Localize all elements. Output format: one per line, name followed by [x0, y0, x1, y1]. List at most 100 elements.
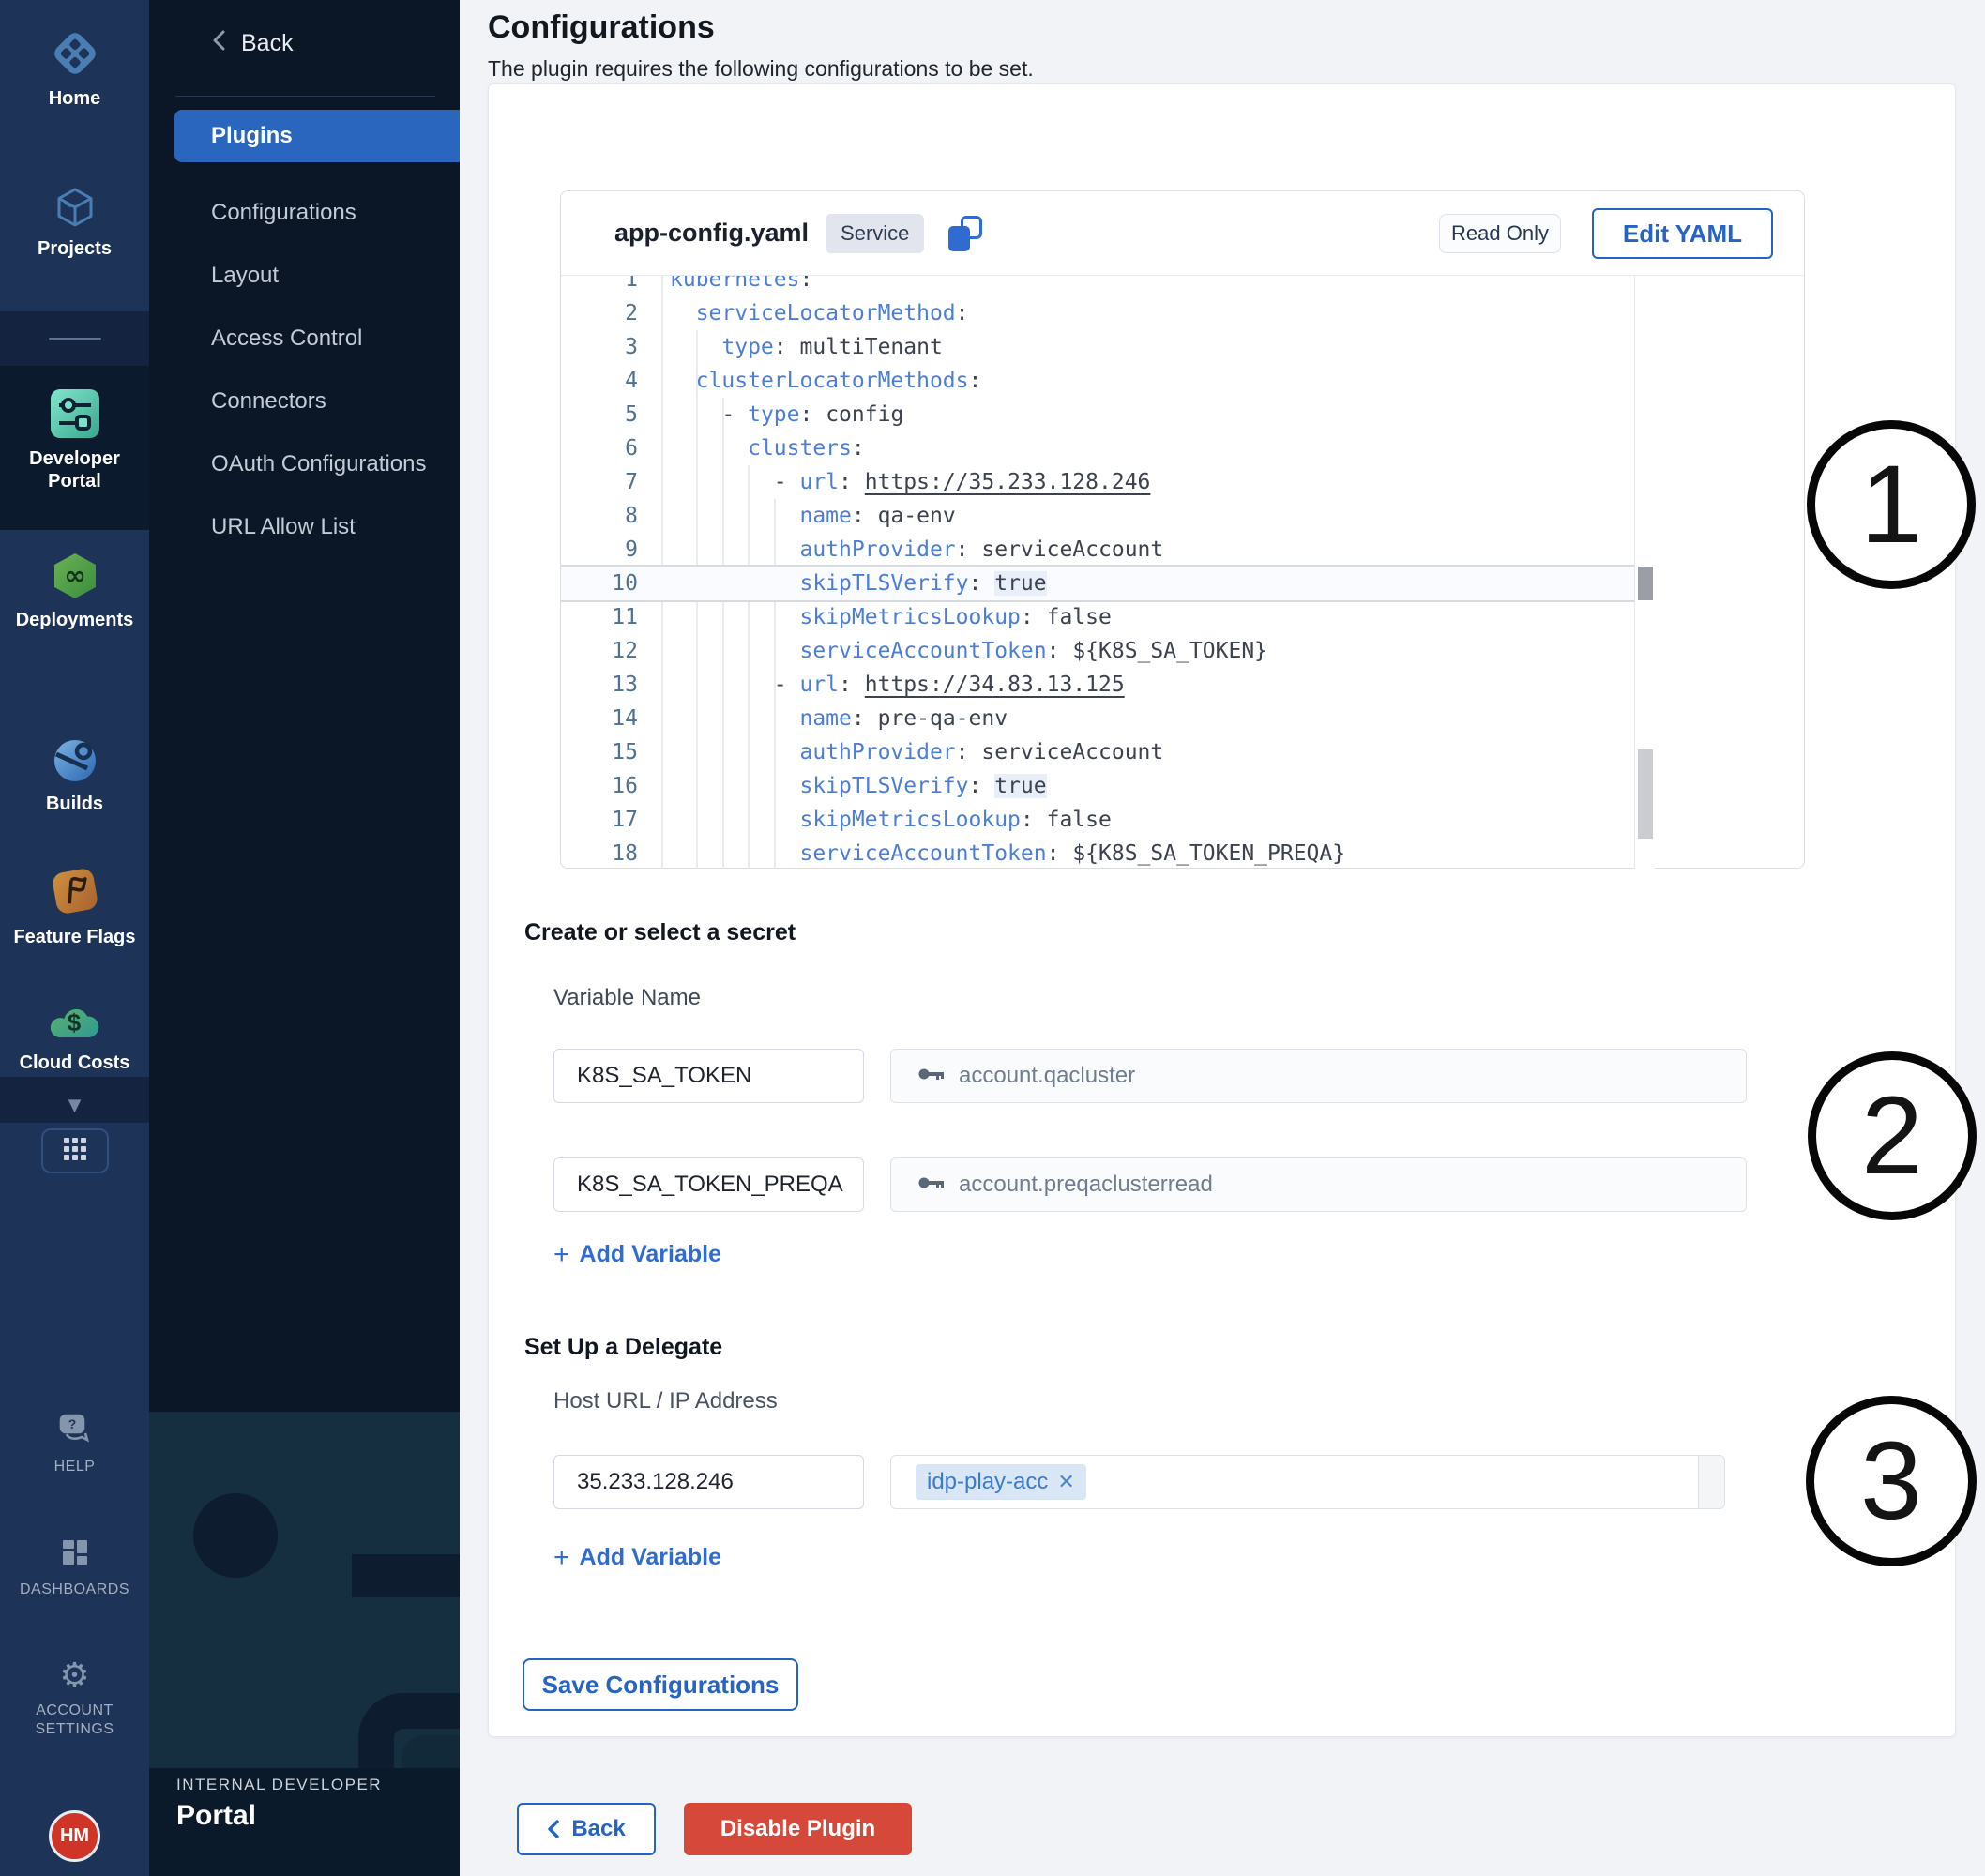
- plus-icon: +: [553, 1243, 570, 1267]
- subnav-item-url-allow-list[interactable]: URL Allow List: [174, 501, 460, 553]
- code-line-8: 8 name: qa-env: [561, 499, 1655, 533]
- yaml-filename: app-config.yaml: [614, 219, 809, 248]
- chevron-left-icon: [547, 1819, 560, 1839]
- subnav-item-layout[interactable]: Layout: [174, 250, 460, 302]
- code-line-6: 6 clusters:: [561, 431, 1655, 465]
- sidebar-item-feature-flags[interactable]: Feature Flags: [0, 865, 149, 948]
- subnav-item-plugins[interactable]: Plugins: [174, 110, 460, 162]
- code-scrollbar[interactable]: [1634, 276, 1655, 869]
- subnav-item-oauth-configurations[interactable]: OAuth Configurations: [174, 438, 460, 491]
- grid-dots-icon: [62, 1136, 88, 1167]
- code-line-15: 15 authProvider: serviceAccount: [561, 735, 1655, 769]
- page-subtitle: The plugin requires the following config…: [488, 56, 1034, 82]
- user-avatar[interactable]: HM: [49, 1810, 100, 1862]
- scrollbar-thumb[interactable]: [1638, 749, 1653, 839]
- secret-selector-1[interactable]: account.qacluster: [890, 1049, 1747, 1103]
- sidebar-item-developer-portal[interactable]: Developer Portal: [0, 388, 149, 492]
- brand-footer: INTERNAL DEVELOPER Portal: [149, 1768, 460, 1876]
- module-rail: Home Projects Developer Portal ∞ Deploym…: [0, 0, 149, 1876]
- host-url-input[interactable]: [553, 1455, 864, 1509]
- brand-title: Portal: [176, 1800, 460, 1832]
- yaml-editor-card: app-config.yaml Service Read Only Edit Y…: [560, 190, 1805, 869]
- plugin-subnav: Back Plugins Configurations Layout Access C…: [149, 0, 460, 1876]
- code-line-16: 16 skipTLSVerify: true: [561, 769, 1655, 803]
- page-title: Configurations: [488, 9, 715, 46]
- key-icon: [917, 1173, 946, 1197]
- chevron-left-icon: [211, 28, 226, 59]
- key-icon: [917, 1065, 946, 1088]
- secret-reference: account.preqaclusterread: [959, 1172, 1213, 1198]
- code-line-9: 9 authProvider: serviceAccount: [561, 533, 1655, 567]
- annotation-circle-3: 3: [1806, 1396, 1977, 1566]
- code-line-13: 13 - url: https://34.83.13.125: [561, 668, 1655, 702]
- copy-icon[interactable]: [948, 216, 982, 251]
- delegate-heading: Set Up a Delegate: [524, 1334, 722, 1361]
- code-line-4: 4 clusterLocatorMethods:: [561, 364, 1655, 398]
- svg-text:$: $: [67, 1008, 81, 1036]
- secret-reference: account.qacluster: [959, 1063, 1135, 1089]
- variable-name-label: Variable Name: [553, 985, 701, 1011]
- yaml-editor-header: app-config.yaml Service Read Only Edit Y…: [561, 191, 1804, 276]
- sidebar-item-deployments[interactable]: ∞ Deployments: [0, 552, 149, 631]
- rail-divider: [49, 338, 101, 340]
- remove-tag-icon[interactable]: ✕: [1057, 1470, 1074, 1494]
- module-picker-button[interactable]: [41, 1128, 109, 1173]
- cube-icon: [0, 186, 149, 229]
- code-line-7: 7 - url: https://35.233.128.246: [561, 465, 1655, 499]
- subnav-item-access-control[interactable]: Access Control: [174, 312, 460, 365]
- decorative-ring: [193, 1493, 278, 1578]
- annotation-circle-1: 1: [1807, 420, 1976, 589]
- secret-selector-2[interactable]: account.preqaclusterread: [890, 1157, 1747, 1212]
- code-lines: 1kubernetes:2 serviceLocatorMethod:3 typ…: [561, 276, 1655, 869]
- help-chat-icon: ?: [57, 1433, 93, 1449]
- back-button[interactable]: Back: [517, 1803, 656, 1855]
- disable-plugin-button[interactable]: Disable Plugin: [684, 1803, 912, 1855]
- sidebar-item-home[interactable]: Home: [0, 28, 149, 110]
- add-variable-button-delegate[interactable]: + Add Variable: [553, 1544, 721, 1571]
- svg-text:∞: ∞: [64, 560, 85, 591]
- variable-name-input-1[interactable]: [553, 1049, 864, 1103]
- variable-name-input-2[interactable]: [553, 1157, 864, 1212]
- code-line-1: 1kubernetes:: [561, 276, 1655, 296]
- sidebar-item-projects[interactable]: Projects: [0, 186, 149, 260]
- cloud-dollar-icon: $: [0, 1000, 149, 1043]
- read-only-badge: Read Only: [1439, 214, 1561, 253]
- save-configurations-button[interactable]: Save Configurations: [523, 1658, 798, 1711]
- tag-input-end-cap: [1699, 1455, 1725, 1509]
- code-line-17: 17 skipMetricsLookup: false: [561, 803, 1655, 837]
- delegate-tags-input[interactable]: idp-play-acc ✕: [890, 1455, 1699, 1509]
- subnav-item-configurations[interactable]: Configurations: [174, 187, 460, 239]
- code-line-11: 11 skipMetricsLookup: false: [561, 600, 1655, 634]
- add-variable-button-secrets[interactable]: + Add Variable: [553, 1241, 721, 1268]
- code-line-5: 5 - type: config: [561, 398, 1655, 431]
- subnav-item-connectors[interactable]: Connectors: [174, 375, 460, 428]
- deployments-hexagon-icon: ∞: [0, 552, 149, 600]
- scrollbar-thumb[interactable]: [1638, 567, 1653, 600]
- divider: [175, 96, 435, 97]
- sidebar-item-dashboards[interactable]: DASHBOARDS: [0, 1536, 149, 1599]
- code-line-3: 3 type: multiTenant: [561, 330, 1655, 364]
- svg-text:?: ?: [68, 1416, 76, 1431]
- code-line-14: 14 name: pre-qa-env: [561, 702, 1655, 735]
- yaml-code-viewer: 1kubernetes:2 serviceLocatorMethod:3 typ…: [561, 276, 1655, 869]
- sidebar-item-builds[interactable]: Builds: [0, 737, 149, 815]
- sidebar-item-account-settings[interactable]: ⚙ ACCOUNT SETTINGS: [0, 1658, 149, 1739]
- service-badge: Service: [826, 214, 924, 253]
- code-line-12: 12 serviceAccountToken: ${K8S_SA_TOKEN}: [561, 634, 1655, 668]
- main-content: Configurations The plugin requires the f…: [460, 0, 1985, 1876]
- host-url-label: Host URL / IP Address: [553, 1388, 778, 1415]
- brand-eyebrow: INTERNAL DEVELOPER: [176, 1776, 460, 1794]
- delegate-tag-chip: idp-play-acc ✕: [916, 1464, 1086, 1500]
- plus-icon: +: [553, 1546, 570, 1570]
- decorative-bar: [352, 1554, 460, 1597]
- edit-yaml-button[interactable]: Edit YAML: [1592, 208, 1773, 259]
- sidebar-item-help[interactable]: ? HELP: [0, 1412, 149, 1476]
- code-line-2: 2 serviceLocatorMethod:: [561, 296, 1655, 330]
- feature-flag-icon: [0, 865, 149, 917]
- chevron-down-icon[interactable]: ▼: [0, 1096, 149, 1115]
- gear-icon: ⚙: [59, 1657, 89, 1695]
- annotation-circle-2: 2: [1808, 1051, 1977, 1220]
- code-line-10: 10 skipTLSVerify: true: [561, 567, 1655, 600]
- subnav-back-button[interactable]: Back: [211, 28, 294, 59]
- sidebar-item-cloud-costs[interactable]: $ Cloud Costs: [0, 1000, 149, 1074]
